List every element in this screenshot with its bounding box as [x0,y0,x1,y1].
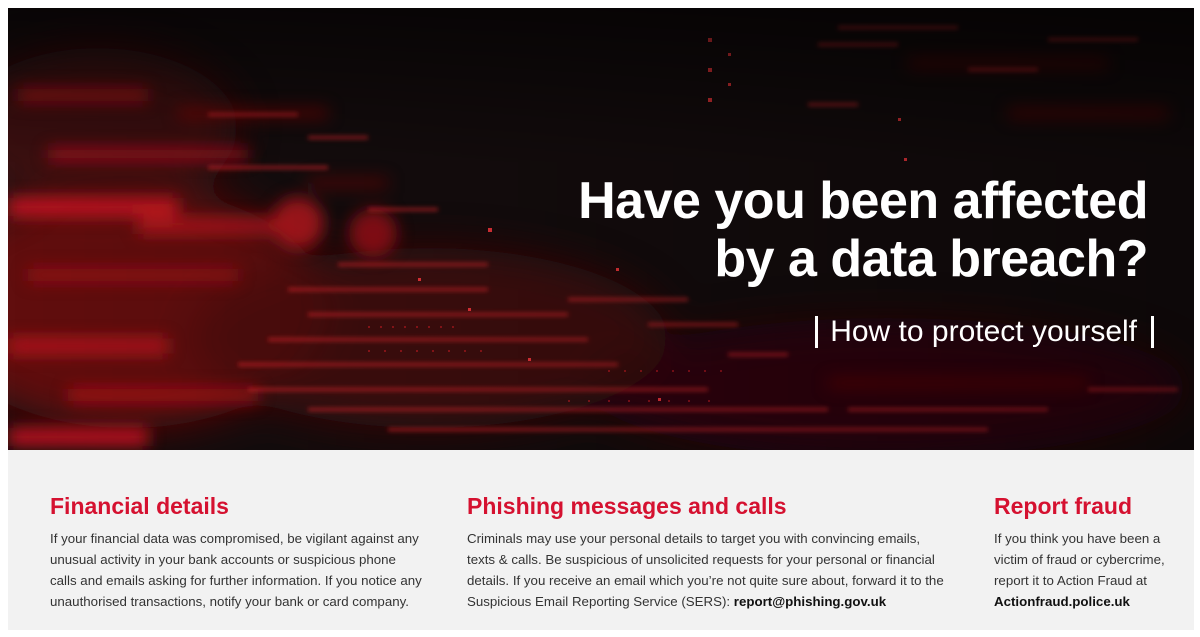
subheading: How to protect yourself [815,312,1154,352]
body-line: unusual activity in your bank accounts o… [50,552,396,567]
body-line-text: Suspicious Email Reporting Service (SERS… [467,594,734,609]
body-line: Actionfraud.police.uk [994,591,1189,612]
body-line: If your financial data was compromised, … [50,531,419,546]
body-line: victim of fraud or cybercrime, [994,552,1165,567]
section-body: Criminals may use your personal details … [467,528,967,612]
financial-details-section: Financial details If your financial data… [50,492,450,612]
info-panel: Financial details If your financial data… [8,450,1194,630]
headline-line-1: Have you been affected [578,172,1148,230]
body-line: Criminals may use your personal details … [467,531,921,546]
sers-email-address[interactable]: report@phishing.gov.uk [734,594,886,609]
headline: Have you been affected by a data breach? [578,172,1148,288]
subheading-text: How to protect yourself [830,315,1137,348]
body-line: details. If you receive an email which y… [467,573,944,588]
action-fraud-link[interactable]: Actionfraud.police.uk [994,594,1130,609]
section-body: If you think you have been a victim of f… [994,528,1189,612]
section-body: If your financial data was compromised, … [50,528,450,612]
left-divider-bar [815,316,819,348]
report-fraud-section: Report fraud If you think you have been … [994,492,1189,612]
phishing-section: Phishing messages and calls Criminals ma… [467,492,967,612]
body-line: calls and emails asking for further info… [50,573,422,588]
section-title: Phishing messages and calls [467,493,787,519]
section-title: Financial details [50,493,229,519]
body-line: Suspicious Email Reporting Service (SERS… [467,591,967,612]
right-divider-bar [1151,316,1154,348]
body-line: texts & calls. Be suspicious of unsolici… [467,552,935,567]
hero-banner: Have you been affected by a data breach?… [8,8,1194,450]
body-line: report it to Action Fraud at [994,573,1147,588]
body-line: unauthorised transactions, notify your b… [50,594,409,609]
section-title: Report fraud [994,493,1132,519]
headline-line-2: by a data breach? [714,230,1148,288]
data-breach-banner: Have you been affected by a data breach?… [0,0,1200,637]
body-line: If you think you have been a [994,531,1161,546]
